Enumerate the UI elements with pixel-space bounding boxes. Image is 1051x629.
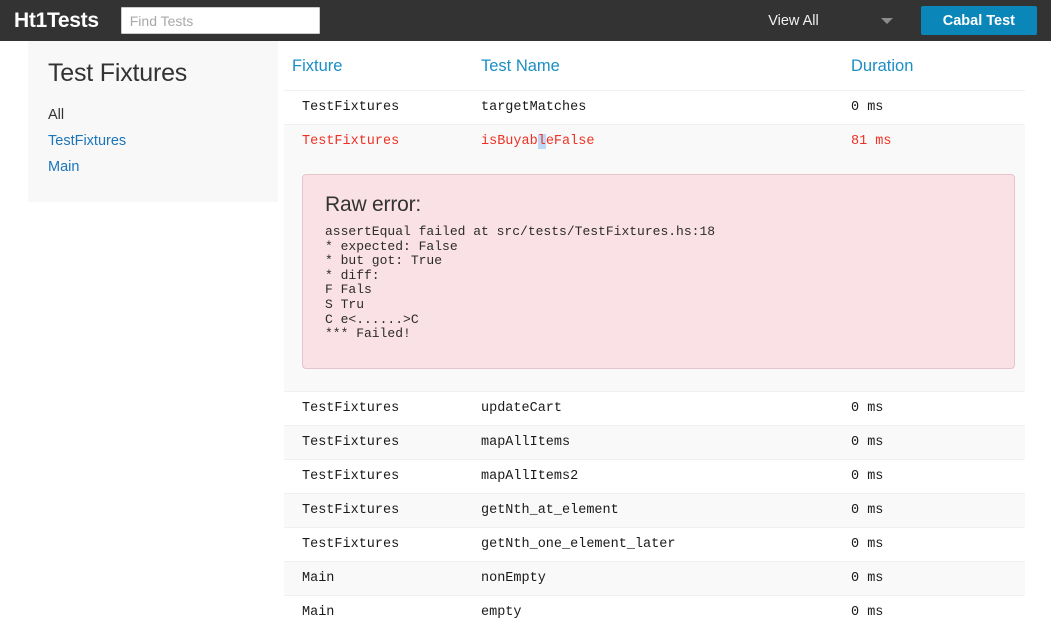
table-row[interactable]: TestFixtures updateCart 0 ms	[284, 390, 1025, 426]
cell-fixture: Main	[284, 594, 481, 629]
error-panel-row: Raw error: assertEqual failed at src/tes…	[284, 158, 1025, 391]
table-row[interactable]: TestFixtures mapAllItems 0 ms	[284, 424, 1025, 460]
column-header-duration[interactable]: Duration	[851, 41, 1025, 91]
error-panel-wrapper: Raw error: assertEqual failed at src/tes…	[284, 158, 1025, 391]
chevron-down-icon	[880, 17, 893, 24]
column-header-test-name[interactable]: Test Name	[481, 41, 851, 91]
cell-duration: 0 ms	[851, 526, 1025, 562]
text-selection-highlight: l	[537, 134, 546, 149]
raw-error-panel: Raw error: assertEqual failed at src/tes…	[302, 174, 1015, 369]
cell-fixture: TestFixtures	[284, 390, 481, 426]
sidebar-item-testfixtures[interactable]: TestFixtures	[48, 128, 126, 154]
cell-fixture: TestFixtures	[284, 124, 481, 158]
table-row[interactable]: TestFixtures getNth_at_element 0 ms	[284, 492, 1025, 528]
top-bar-right: View All Cabal Test	[768, 6, 1037, 35]
top-bar: Ht1Tests View All Cabal Test	[0, 0, 1051, 41]
cell-duration: 0 ms	[851, 492, 1025, 528]
test-name-text-before-selection: isBuyab	[481, 134, 538, 149]
cell-fixture: TestFixtures	[284, 458, 481, 494]
main-content: Fixture Test Name Duration TestFixtures …	[278, 41, 1051, 629]
sidebar-item-all[interactable]: All	[48, 102, 64, 128]
table-row[interactable]: Main empty 0 ms	[284, 594, 1025, 629]
table-header: Fixture Test Name Duration	[284, 41, 1025, 91]
column-header-fixture[interactable]: Fixture	[284, 41, 481, 91]
cell-test-name: targetMatches	[481, 90, 851, 125]
cell-test-name: getNth_one_element_later	[481, 526, 851, 562]
cell-fixture: TestFixtures	[284, 90, 481, 125]
page-body: Test Fixtures All TestFixtures Main Fixt…	[0, 41, 1051, 629]
table-row[interactable]: TestFixtures getNth_one_element_later 0 …	[284, 526, 1025, 562]
cell-duration: 0 ms	[851, 424, 1025, 460]
cell-fixture: TestFixtures	[284, 492, 481, 528]
table-row-failed[interactable]: TestFixtures isBuyableFalse 81 ms	[284, 124, 1025, 158]
cell-test-name: mapAllItems	[481, 424, 851, 460]
cabal-test-button[interactable]: Cabal Test	[920, 6, 1037, 35]
test-name-text-after-selection: eFalse	[545, 134, 595, 149]
table-body: TestFixtures targetMatches 0 ms TestFixt…	[284, 90, 1025, 629]
cell-duration: 0 ms	[851, 458, 1025, 494]
cell-fixture: TestFixtures	[284, 424, 481, 460]
raw-error-body: assertEqual failed at src/tests/TestFixt…	[325, 224, 716, 342]
raw-error-title: Raw error:	[325, 193, 422, 216]
cell-test-name: updateCart	[481, 390, 851, 426]
cell-test-name: nonEmpty	[481, 560, 851, 596]
sidebar-item-main[interactable]: Main	[48, 154, 79, 180]
cell-test-name: getNth_at_element	[481, 492, 851, 528]
search-input[interactable]	[120, 7, 320, 34]
cell-test-name: mapAllItems2	[481, 458, 851, 494]
sidebar: Test Fixtures All TestFixtures Main	[28, 41, 278, 202]
cell-fixture: Main	[284, 560, 481, 596]
table-row[interactable]: TestFixtures targetMatches 0 ms	[284, 90, 1025, 125]
cell-duration: 0 ms	[851, 390, 1025, 426]
cell-duration: 0 ms	[851, 594, 1025, 629]
cell-test-name: isBuyableFalse	[481, 124, 851, 158]
cell-duration: 81 ms	[851, 124, 1025, 158]
table-header-row: Fixture Test Name Duration	[284, 41, 1025, 91]
test-results-table: Fixture Test Name Duration TestFixtures …	[284, 41, 1025, 629]
cell-duration: 0 ms	[851, 560, 1025, 596]
app-brand: Ht1Tests	[14, 8, 99, 32]
sidebar-title: Test Fixtures	[48, 59, 188, 87]
error-panel-cell: Raw error: assertEqual failed at src/tes…	[284, 158, 1025, 391]
table-row[interactable]: TestFixtures mapAllItems2 0 ms	[284, 458, 1025, 494]
cell-test-name: empty	[481, 594, 851, 629]
view-filter-dropdown[interactable]: View All	[768, 13, 921, 29]
cell-duration: 0 ms	[851, 90, 1025, 125]
table-row[interactable]: Main nonEmpty 0 ms	[284, 560, 1025, 596]
cell-fixture: TestFixtures	[284, 526, 481, 562]
view-filter-label: View All	[768, 12, 819, 29]
